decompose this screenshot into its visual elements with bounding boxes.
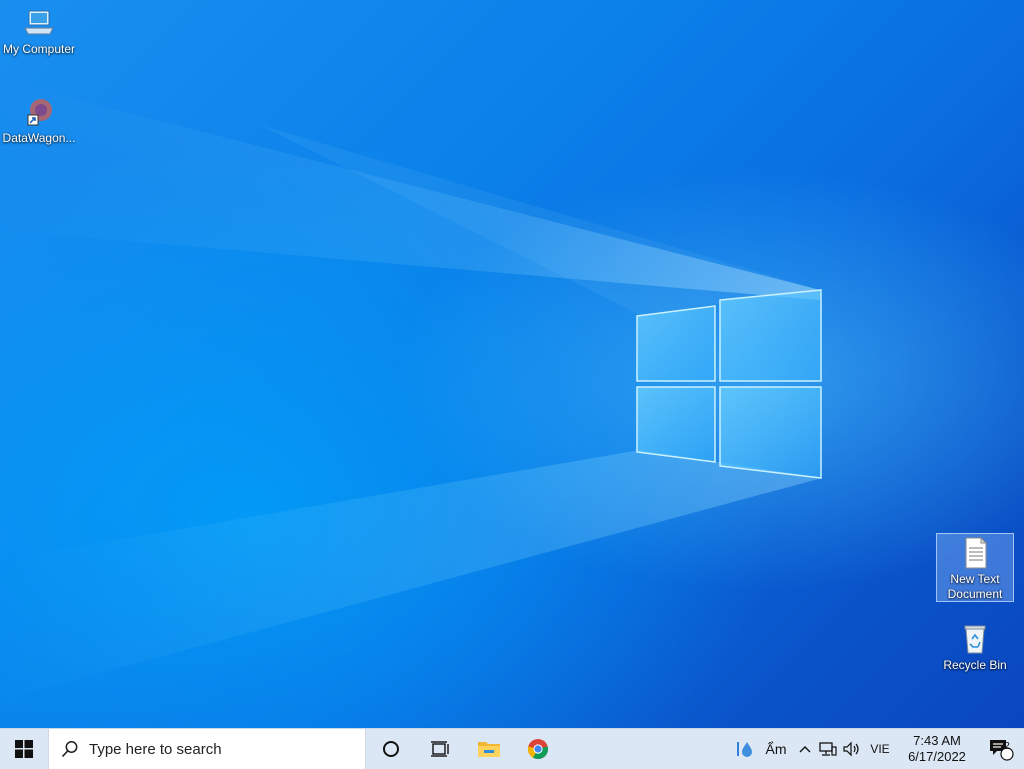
ime-mode-label[interactable]: Ẩm: [758, 729, 794, 769]
start-button[interactable]: [0, 729, 48, 769]
desktop-icon-label: New Text Document: [947, 572, 1003, 601]
desktop-icon-datawagon[interactable]: DataWagon...: [0, 95, 78, 146]
taskbar: Type here to search Ẩm VIE 7:43 AM 6/17/…: [0, 728, 1024, 769]
taskbar-search-box[interactable]: Type here to search: [48, 729, 366, 769]
computer-icon: [22, 6, 56, 40]
recycle-bin-icon: [958, 622, 992, 656]
search-placeholder: Type here to search: [89, 740, 222, 758]
desktop-icon-new-text-document[interactable]: New Text Document: [936, 533, 1014, 602]
chevron-up-icon: [799, 746, 811, 753]
cortana-icon: [382, 741, 399, 757]
windows-logo-wallpaper: [636, 289, 822, 479]
show-hidden-icons-button[interactable]: [794, 729, 816, 769]
network-button[interactable]: [816, 729, 840, 769]
file-explorer-button[interactable]: [464, 729, 513, 769]
task-view-button[interactable]: [415, 729, 464, 769]
system-tray: Ẩm VIE 7:43 AM 6/17/2022 2: [732, 729, 1024, 769]
chrome-icon: [527, 739, 548, 760]
input-language[interactable]: VIE: [864, 729, 896, 769]
clock-time: 7:43 AM: [913, 733, 961, 748]
desktop-wallpaper[interactable]: My Computer DataWagon... New Text Docume: [0, 0, 1024, 728]
desktop-icon-my-computer[interactable]: My Computer: [0, 6, 78, 57]
water-drop-icon: [737, 742, 752, 757]
desktop-icon-label: DataWagon...: [2, 131, 76, 145]
cortana-button[interactable]: [366, 729, 415, 769]
chrome-button[interactable]: [513, 729, 562, 769]
windows-start-icon: [15, 740, 33, 758]
datawagon-shortcut-icon: [22, 95, 56, 129]
action-center-button[interactable]: 2: [978, 729, 1024, 769]
clock[interactable]: 7:43 AM 6/17/2022: [896, 729, 978, 769]
file-explorer-icon: [477, 742, 500, 757]
desktop-icon-recycle-bin[interactable]: Recycle Bin: [936, 622, 1014, 673]
text-document-icon: [958, 536, 992, 570]
speaker-icon: [843, 741, 859, 757]
clock-date: 6/17/2022: [908, 749, 966, 764]
notification-count: 2: [1004, 741, 1010, 752]
ime-status[interactable]: [732, 729, 758, 769]
task-view-icon: [430, 741, 449, 757]
search-icon: [61, 741, 78, 758]
desktop-icon-label: Recycle Bin: [943, 658, 1007, 672]
desktop-icon-label: My Computer: [2, 42, 76, 56]
network-icon: [819, 742, 837, 756]
volume-button[interactable]: [840, 729, 864, 769]
